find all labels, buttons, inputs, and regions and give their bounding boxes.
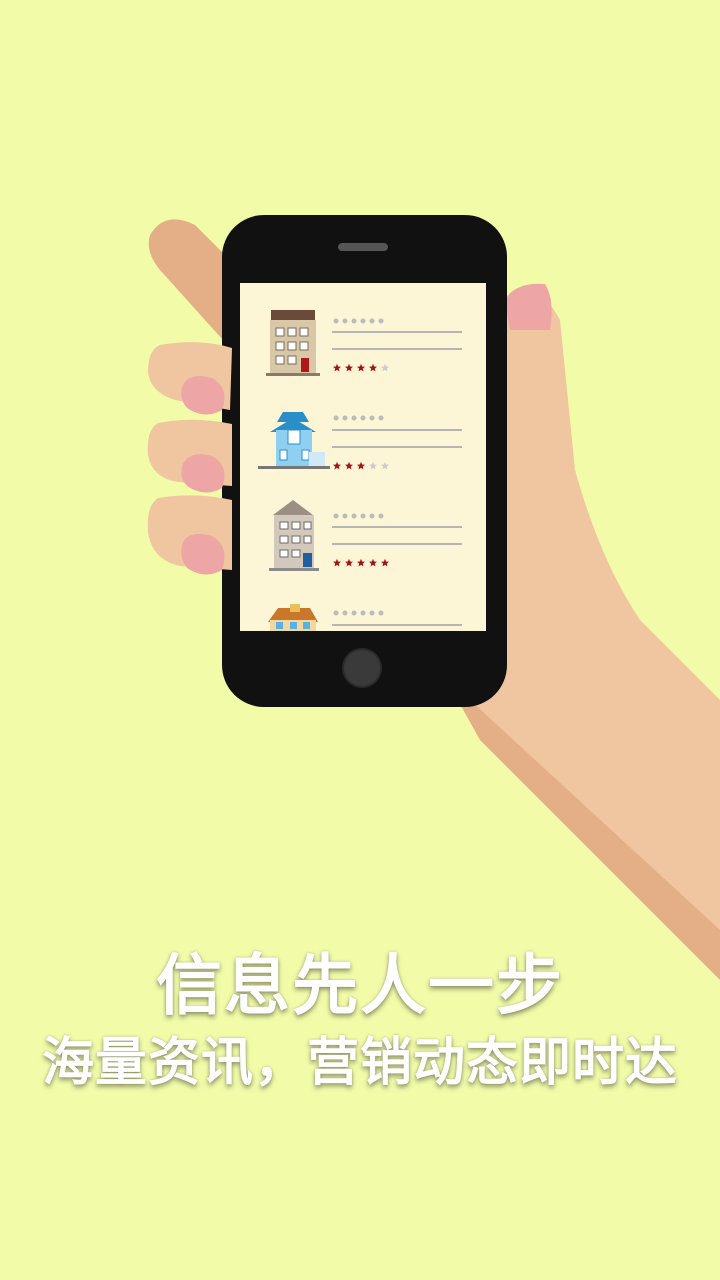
left-fingers [147, 342, 232, 575]
phone-speaker [338, 243, 388, 251]
listing-2-line-2 [332, 446, 462, 448]
subheadline: 海量资讯，营销动态即时达 [41, 1033, 678, 1093]
townhouse-icon [266, 310, 320, 376]
phone-home-button [342, 648, 382, 688]
right-fingertip [505, 283, 552, 330]
headline: 信息先人一步 [156, 947, 564, 1024]
listing-4-line-1 [332, 624, 462, 626]
listing-2-line-1 [332, 429, 462, 431]
listing-1-line-1 [332, 331, 462, 333]
listing-3-line-1 [332, 526, 462, 528]
listing-3-line-2 [332, 543, 462, 545]
splash-screen: 信息先人一步 海量资讯，营销动态即时达 [0, 0, 720, 1280]
listing-1-line-2 [332, 348, 462, 350]
